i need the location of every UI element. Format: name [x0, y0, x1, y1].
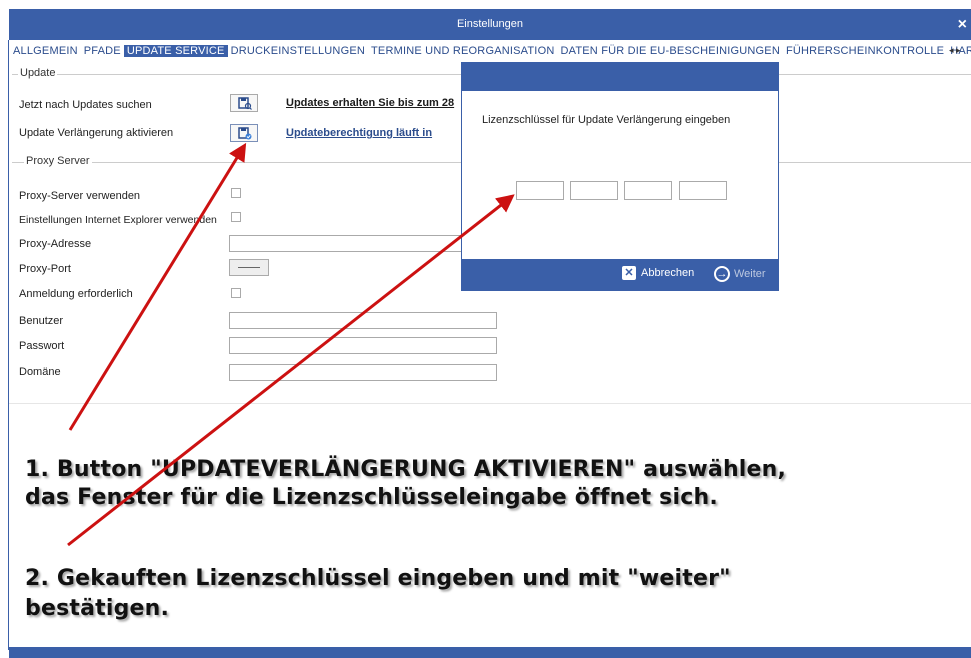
close-icon[interactable]: ×	[958, 9, 967, 40]
auth-required-label: Anmeldung erforderlich	[19, 288, 133, 300]
password-label: Passwort	[19, 340, 65, 352]
license-key-part-4[interactable]	[679, 181, 727, 200]
search-updates-button[interactable]	[230, 94, 258, 112]
instruction-step1-line2: das Fenster für die Lizenzschlüsseleinga…	[25, 485, 718, 510]
update-group-label: Update	[18, 67, 58, 79]
ie-settings-label: Einstellungen Internet Explorer verwende…	[19, 214, 217, 226]
license-key-part-1[interactable]	[516, 181, 564, 200]
window-left-border	[8, 40, 9, 650]
password-input[interactable]	[229, 337, 497, 354]
dialog-header	[462, 63, 778, 91]
window-footer-bar	[9, 647, 971, 658]
extend-update-button[interactable]	[230, 124, 258, 142]
license-key-part-3[interactable]	[624, 181, 672, 200]
window-titlebar: Einstellungen ×	[9, 9, 971, 40]
instruction-step2-line2: bestätigen.	[25, 596, 170, 621]
use-proxy-label: Proxy-Server verwenden	[19, 190, 141, 202]
domain-input[interactable]	[229, 364, 497, 381]
search-updates-label: Jetzt nach Updates suchen	[19, 99, 152, 111]
content-separator	[9, 403, 971, 404]
proxy-port-label: Proxy-Port	[19, 263, 71, 275]
tab-bar: ALLGEMEIN PFADE UPDATE SERVICE DRUCKEINSTEL…	[10, 45, 971, 59]
cancel-label: Abbrechen	[641, 266, 695, 279]
license-key-dialog: Lizenzschlüssel für Update Verlängerung …	[461, 62, 779, 291]
tab-termine[interactable]: TERMINE UND REORGANISATION	[368, 45, 557, 57]
use-proxy-checkbox[interactable]	[231, 188, 241, 198]
extend-update-icon	[238, 127, 252, 140]
extend-update-label: Update Verlängerung aktivieren	[19, 127, 174, 139]
proxy-address-label: Proxy-Adresse	[19, 238, 92, 250]
tab-scroll-arrows[interactable]: ◂ ▸	[949, 45, 961, 56]
user-input[interactable]	[229, 312, 497, 329]
cancel-icon: ✕	[622, 266, 636, 280]
user-label: Benutzer	[19, 315, 64, 327]
instruction-step2-line1: 2. Gekauften Lizenzschlüssel eingeben un…	[25, 566, 731, 591]
license-key-part-2[interactable]	[570, 181, 618, 200]
next-label: Weiter	[734, 267, 766, 280]
arrow-right-icon: →	[714, 266, 730, 282]
domain-label: Domäne	[19, 366, 61, 378]
tab-eu-bescheinigungen[interactable]: DATEN FÜR DIE EU-BESCHEINIGUNGEN	[557, 45, 783, 57]
search-update-icon	[238, 97, 252, 110]
tab-druckeinstellungen[interactable]: DRUCKEINSTELLUNGEN	[228, 45, 368, 57]
instruction-step1-line1: 1. Button "UPDATEVERLÄNGERUNG AKTIVIEREN…	[25, 457, 787, 482]
dialog-footer: ✕ Abbrechen → Weiter	[462, 259, 778, 290]
tab-pfade[interactable]: PFADE	[81, 45, 124, 57]
proxy-group-label: Proxy Server	[24, 155, 92, 167]
next-button[interactable]: → Weiter	[714, 266, 766, 282]
cancel-button[interactable]: ✕ Abbrechen	[622, 266, 694, 280]
window-title: Einstellungen	[456, 18, 524, 30]
tab-allgemein[interactable]: ALLGEMEIN	[10, 45, 81, 57]
update-status-link[interactable]: Updates erhalten Sie bis zum 28	[286, 97, 454, 109]
ie-settings-checkbox[interactable]	[231, 212, 241, 222]
proxy-address-input[interactable]	[229, 235, 463, 252]
tab-fuehrerscheinkontrolle[interactable]: FÜHRERSCHEINKONTROLLE	[783, 45, 947, 57]
proxy-port-stepper[interactable]	[229, 259, 269, 276]
tab-update-service[interactable]: UPDATE SERVICE	[123, 45, 228, 57]
dialog-prompt: Lizenzschlüssel für Update Verlängerung …	[482, 114, 731, 126]
auth-required-checkbox[interactable]	[231, 288, 241, 298]
update-entitlement-link[interactable]: Updateberechtigung läuft in	[286, 127, 432, 139]
